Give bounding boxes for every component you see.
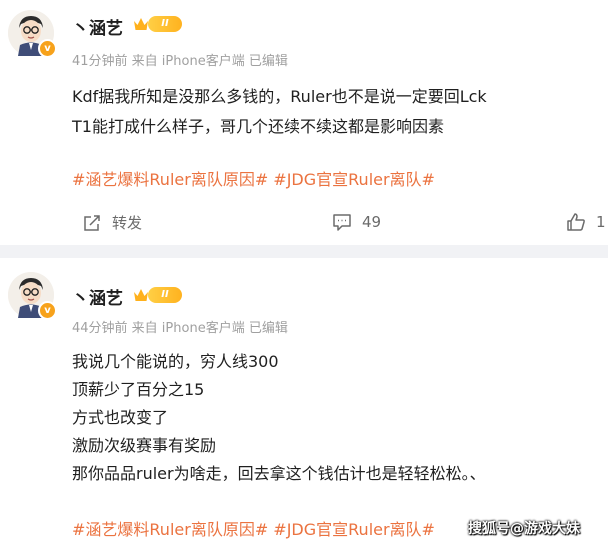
avatar[interactable]: v (8, 10, 57, 58)
author-name[interactable]: 丶涵艺 (72, 14, 123, 39)
post-meta: 41分钟前 来自 iPhone客户端 已编辑 (72, 54, 288, 69)
like-icon (567, 213, 585, 231)
verified-badge: v (38, 301, 57, 320)
like-button[interactable]: 1 (566, 212, 606, 232)
verified-badge: v (38, 39, 57, 58)
weibo-post: v 丶涵艺 II 41分钟前 来自 iPhone客户端 已编辑 Kdf据我所知是… (0, 0, 608, 245)
repost-icon (84, 214, 100, 231)
topic-tags[interactable]: #涵艺爆料Ruler离队原因# #JDG官宣Ruler离队# (72, 516, 435, 540)
level-badge: II (148, 16, 182, 32)
post-text-line: 那你品品ruler为啥走，回去拿这个钱估计也是轻轻松松。、 (72, 464, 486, 483)
avatar[interactable]: v (8, 272, 57, 320)
post-text-line: T1能打成什么样子，哥几个还续不续这都是影响因素 (72, 117, 444, 136)
level-badge: II (148, 287, 182, 303)
repost-button[interactable]: 转发 (82, 212, 142, 233)
post-text-line: Kdf据我所知是没那么多钱的，Ruler也不是说一定要回Lck (72, 87, 487, 106)
comment-button[interactable]: 49 (332, 212, 381, 232)
repost-label: 转发 (112, 214, 143, 232)
post-separator (0, 245, 608, 258)
crown-icon (134, 18, 148, 30)
comment-icon (333, 214, 351, 231)
post-text-line: 顶薪少了百分之15 (72, 380, 205, 399)
comment-count: 49 (362, 213, 382, 231)
post-text-line: 激励次级赛事有奖励 (72, 436, 217, 455)
like-count: 1 (596, 213, 606, 231)
post-text-line: 我说几个能说的，穷人线300 (72, 352, 279, 371)
topic-tags[interactable]: #涵艺爆料Ruler离队原因# #JDG官宣Ruler离队# (72, 166, 435, 190)
post-text-line: 方式也改变了 (72, 408, 169, 427)
crown-icon (134, 289, 148, 301)
author-name[interactable]: 丶涵艺 (72, 284, 123, 309)
watermark: 搜狐号@游戏大妹 (468, 521, 580, 537)
post-meta: 44分钟前 来自 iPhone客户端 已编辑 (72, 321, 288, 336)
